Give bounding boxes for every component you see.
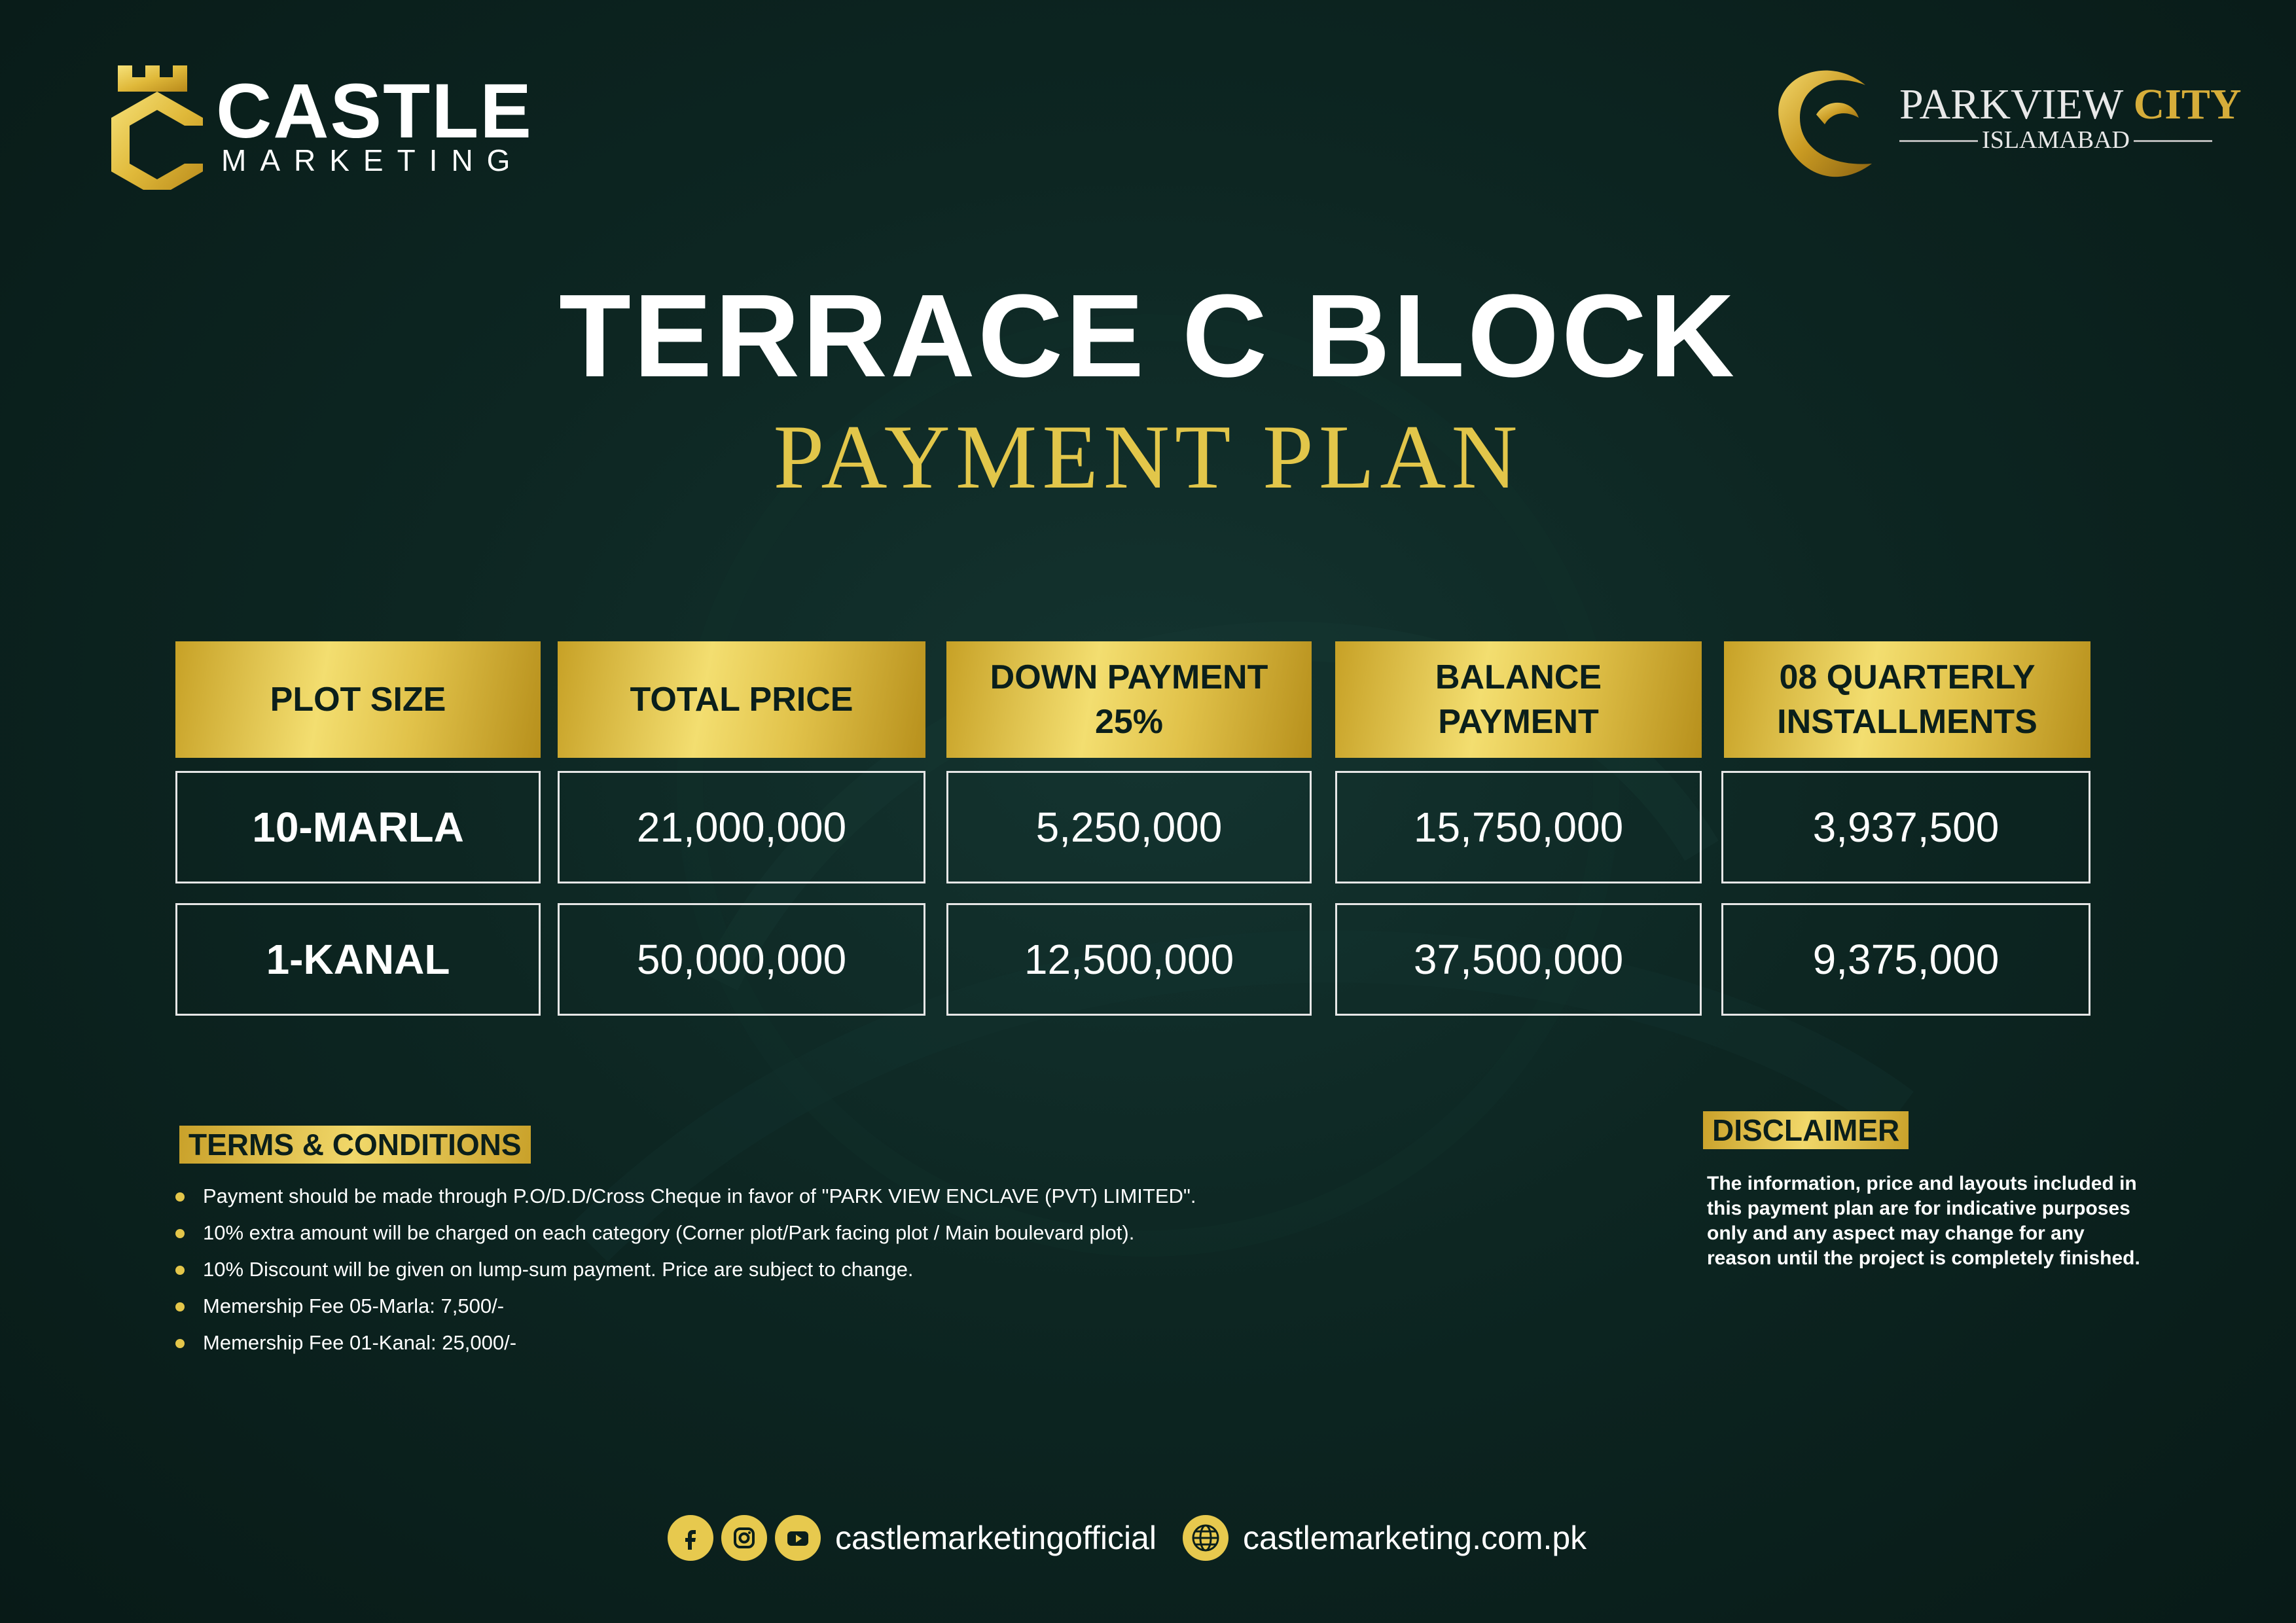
table-header-plot-size: PLOT SIZE <box>175 641 541 758</box>
terms-item: 10% Discount will be given on lump-sum p… <box>175 1251 1196 1288</box>
table-cell-down-payment: 12,500,000 <box>946 903 1312 1016</box>
terms-item-text: Memership Fee 01-Kanal: 25,000/- <box>203 1331 517 1354</box>
disclaimer-text: The information, price and layouts inclu… <box>1707 1173 2140 1269</box>
facebook-icon[interactable] <box>668 1515 713 1561</box>
parkview-city-logo: PARKVIEW CITY ISLAMABAD <box>1754 52 2242 196</box>
social-handle[interactable]: castlemarketingofficial <box>835 1519 1157 1557</box>
parkview-name-accent: CITY <box>2133 80 2242 128</box>
parkview-brand-name: PARKVIEW CITY <box>1899 80 2242 130</box>
table-header-total-price: TOTAL PRICE <box>558 641 925 758</box>
bullet-icon <box>175 1302 185 1311</box>
table-header-balance-payment: BALANCE PAYMENT <box>1335 641 1702 758</box>
instagram-icon[interactable] <box>721 1515 767 1561</box>
table-cell-total-price: 21,000,000 <box>558 771 925 883</box>
castle-brand-sub: MARKETING <box>221 143 524 177</box>
table-cell-balance-payment: 15,750,000 <box>1335 771 1702 883</box>
terms-item-text: 10% Discount will be given on lump-sum p… <box>203 1258 914 1281</box>
terms-label: TERMS & CONDITIONS <box>179 1126 531 1164</box>
bullet-icon <box>175 1229 185 1238</box>
bullet-icon <box>175 1266 185 1275</box>
table-cell-plot-size: 1-KANAL <box>175 903 541 1016</box>
table-cell-plot-size: 10-MARLA <box>175 771 541 883</box>
bullet-icon <box>175 1192 185 1202</box>
terms-item: Memership Fee 01-Kanal: 25,000/- <box>175 1325 1196 1361</box>
table-cell-installment: 9,375,000 <box>1721 903 2090 1016</box>
table-header-down-payment: DOWN PAYMENT 25% <box>946 641 1312 758</box>
castle-marketing-logo: CASTLE MARKETING <box>105 52 537 196</box>
castle-emblem-icon <box>111 65 203 190</box>
terms-item-text: Memership Fee 05-Marla: 7,500/- <box>203 1294 505 1317</box>
terms-item: Payment should be made through P.O/D.D/C… <box>175 1178 1196 1215</box>
youtube-icon[interactable] <box>775 1515 821 1561</box>
table-header-quarterly-installments: 08 QUARTERLY INSTALLMENTS <box>1724 641 2090 758</box>
bullet-icon <box>175 1339 185 1348</box>
terms-item: 10% extra amount will be charged on each… <box>175 1215 1196 1251</box>
parkview-name-part: PARKVIEW <box>1899 80 2123 128</box>
page-subtitle: PAYMENT PLAN <box>773 406 1523 508</box>
page-title: TERRACE C BLOCK <box>559 270 1737 402</box>
website-link[interactable]: castlemarketing.com.pk <box>1243 1519 1587 1557</box>
terms-item: Memership Fee 05-Marla: 7,500/- <box>175 1288 1196 1325</box>
terms-item-text: 10% extra amount will be charged on each… <box>203 1221 1135 1244</box>
table-cell-total-price: 50,000,000 <box>558 903 925 1016</box>
globe-icon <box>1182 1515 1229 1561</box>
parkview-emblem-icon <box>1778 70 1872 177</box>
terms-item-text: Payment should be made through P.O/D.D/C… <box>203 1185 1196 1207</box>
table-cell-balance-payment: 37,500,000 <box>1335 903 1702 1016</box>
disclaimer-label: DISCLAIMER <box>1703 1111 1909 1149</box>
table-cell-down-payment: 5,250,000 <box>946 771 1312 883</box>
terms-list: Payment should be made through P.O/D.D/C… <box>175 1178 1196 1361</box>
divider <box>2134 140 2212 142</box>
footer: castlemarketingofficial castlemarketing.… <box>668 1512 1613 1564</box>
table-cell-installment: 3,937,500 <box>1721 771 2090 883</box>
